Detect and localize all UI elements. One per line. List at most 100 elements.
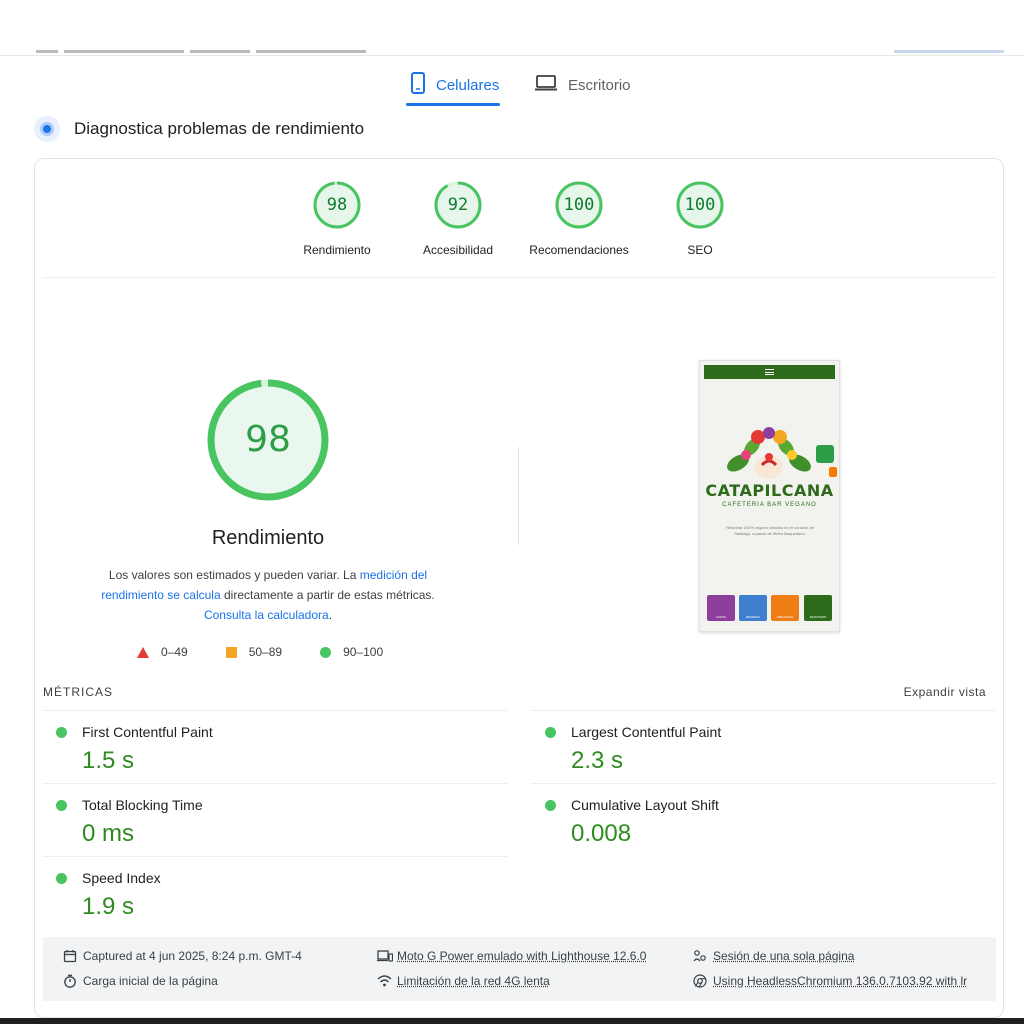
pass-indicator-icon xyxy=(56,727,67,738)
metric-value: 2.3 s xyxy=(571,747,624,774)
tile-menu: CARTA xyxy=(707,595,735,621)
browser-version[interactable]: Using HeadlessChromium 136.0.7103.92 wit… xyxy=(693,974,967,988)
site-blurb: Restobar 100% vegano ubicado en el coraz… xyxy=(726,525,814,536)
legend-range: 50–89 xyxy=(248,645,283,659)
site-logo-text: CATAPILCANA xyxy=(705,481,834,500)
pass-indicator-icon xyxy=(545,800,556,811)
smartphone-icon xyxy=(410,72,426,98)
gauge-score: 100 xyxy=(684,195,716,215)
tile-location: UBICACIÓN xyxy=(771,595,799,621)
load-text: Carga inicial de la página xyxy=(83,974,218,988)
legend-range: 0–49 xyxy=(161,645,188,659)
runtime-settings: Captured at 4 jun 2025, 8:24 p.m. GMT-4 … xyxy=(43,937,996,1001)
session-text: Sesión de una sola página xyxy=(713,949,855,963)
square-icon xyxy=(225,646,237,658)
gauge-label: Recomendaciones xyxy=(529,243,629,257)
metric-value: 1.5 s xyxy=(82,747,135,774)
desc-text: directamente a partir de estas métricas. xyxy=(220,588,435,602)
floating-tab xyxy=(829,467,837,477)
expand-view-toggle[interactable]: Expandir vista xyxy=(904,685,986,699)
scrolled-link-remnant xyxy=(894,50,1004,53)
emulated-device[interactable]: Moto G Power emulado with Lighthouse 12.… xyxy=(377,949,646,963)
site-navbar xyxy=(704,365,835,379)
metric-name: Largest Contentful Paint xyxy=(571,724,722,740)
metric-cls: Cumulative Layout Shift 0.008 xyxy=(531,783,996,856)
top-bar xyxy=(0,0,1024,56)
category-gauge-performance[interactable]: 98 Rendimiento xyxy=(277,180,397,257)
calendar-icon xyxy=(63,949,77,963)
network-text: Limitación de la red 4G lenta xyxy=(397,974,550,988)
gauge-score: 92 xyxy=(447,195,469,215)
legend-item-average: 50–89 xyxy=(225,645,283,659)
gauge-score: 100 xyxy=(563,195,595,215)
captured-at: Captured at 4 jun 2025, 8:24 p.m. GMT-4 xyxy=(63,949,302,963)
desc-text: Los valores son estimados y pueden varia… xyxy=(108,568,360,582)
gauge-label: Rendimiento xyxy=(303,243,371,257)
tab-desktop[interactable]: Escritorio xyxy=(534,66,631,104)
category-gauge-best-practices[interactable]: 100 Recomendaciones xyxy=(519,180,639,257)
metric-value: 0 ms xyxy=(82,820,135,847)
floral-logo-illustration xyxy=(727,427,811,479)
metric-name: First Contentful Paint xyxy=(82,724,213,740)
metric-lcp: Largest Contentful Paint 2.3 s xyxy=(531,710,996,783)
laptop-icon xyxy=(534,74,558,96)
device-text: Moto G Power emulado with Lighthouse 12.… xyxy=(397,949,647,963)
performance-description: Los valores son estimados y pueden varia… xyxy=(88,565,448,625)
metric-name: Cumulative Layout Shift xyxy=(571,797,719,813)
gauge-score: 98 xyxy=(326,195,348,215)
floating-badge xyxy=(816,445,834,463)
captured-text: Captured at 4 jun 2025, 8:24 p.m. GMT-4 xyxy=(83,949,302,963)
legend-item-fail: 0–49 xyxy=(137,645,188,659)
timer-icon xyxy=(63,974,77,988)
diagnostics-icon xyxy=(34,116,60,142)
desc-text: . xyxy=(328,608,333,622)
site-tagline: CAFETERIA BAR VEGANO xyxy=(722,502,817,508)
calculator-link[interactable]: Consulta la calculadora xyxy=(204,608,329,622)
metric-name: Total Blocking Time xyxy=(82,797,203,813)
chrome-icon xyxy=(693,974,707,988)
window-bottom-edge xyxy=(0,1018,1024,1024)
metric-name: Speed Index xyxy=(82,870,161,886)
vertical-divider xyxy=(518,447,519,545)
active-tab-indicator xyxy=(406,103,500,106)
tab-mobile-label: Celulares xyxy=(436,76,500,94)
performance-title: Rendimiento xyxy=(211,527,325,549)
final-screenshot[interactable]: CATAPILCANA CAFETERIA BAR VEGANO Restoba… xyxy=(699,360,840,632)
single-page-session[interactable]: Sesión de una sola página xyxy=(693,949,854,963)
hamburger-icon xyxy=(765,369,774,375)
tile-caption: WHATSAPP xyxy=(809,615,827,619)
metric-tbt: Total Blocking Time 0 ms xyxy=(42,783,508,856)
devices-icon xyxy=(377,949,394,963)
metric-value: 0.008 xyxy=(571,820,632,847)
user-session-icon xyxy=(693,949,707,963)
tile-caption: UBICACIÓN xyxy=(776,615,794,619)
legend-range: 90–100 xyxy=(343,645,384,659)
pass-indicator-icon xyxy=(545,727,556,738)
network-throttling[interactable]: Limitación de la red 4G lenta xyxy=(377,974,550,988)
device-tabs: Celulares Escritorio xyxy=(0,66,1024,106)
gauge-label: SEO xyxy=(687,243,713,257)
legend-item-pass: 90–100 xyxy=(320,645,383,659)
section-title: Diagnostica problemas de rendimiento xyxy=(74,119,365,138)
wifi-icon xyxy=(377,974,392,988)
circle-icon xyxy=(320,646,332,658)
category-gauge-seo[interactable]: 100 SEO xyxy=(640,180,760,257)
metrics-heading: MÉTRICAS xyxy=(43,685,114,699)
metric-fcp: First Contentful Paint 1.5 s xyxy=(42,710,508,783)
performance-gauge: 98 xyxy=(206,378,330,502)
section-header: Diagnostica problemas de rendimiento xyxy=(34,116,364,142)
performance-score: 98 xyxy=(245,419,291,460)
browser-text: Using HeadlessChromium 136.0.7103.92 wit… xyxy=(713,974,968,988)
triangle-icon xyxy=(137,646,149,658)
pass-indicator-icon xyxy=(56,873,67,884)
category-gauge-accessibility[interactable]: 92 Accesibilidad xyxy=(398,180,518,257)
metric-speed-index: Speed Index 1.9 s xyxy=(42,856,508,929)
pass-indicator-icon xyxy=(56,800,67,811)
score-legend: 0–49 50–89 90–100 xyxy=(137,645,421,659)
tile-caption: CARTA xyxy=(716,615,726,619)
tab-mobile[interactable]: Celulares xyxy=(410,66,499,104)
gauge-label: Accesibilidad xyxy=(422,243,494,257)
initial-load: Carga inicial de la página xyxy=(63,974,218,988)
divider xyxy=(42,277,995,278)
tab-desktop-label: Escritorio xyxy=(568,76,631,94)
